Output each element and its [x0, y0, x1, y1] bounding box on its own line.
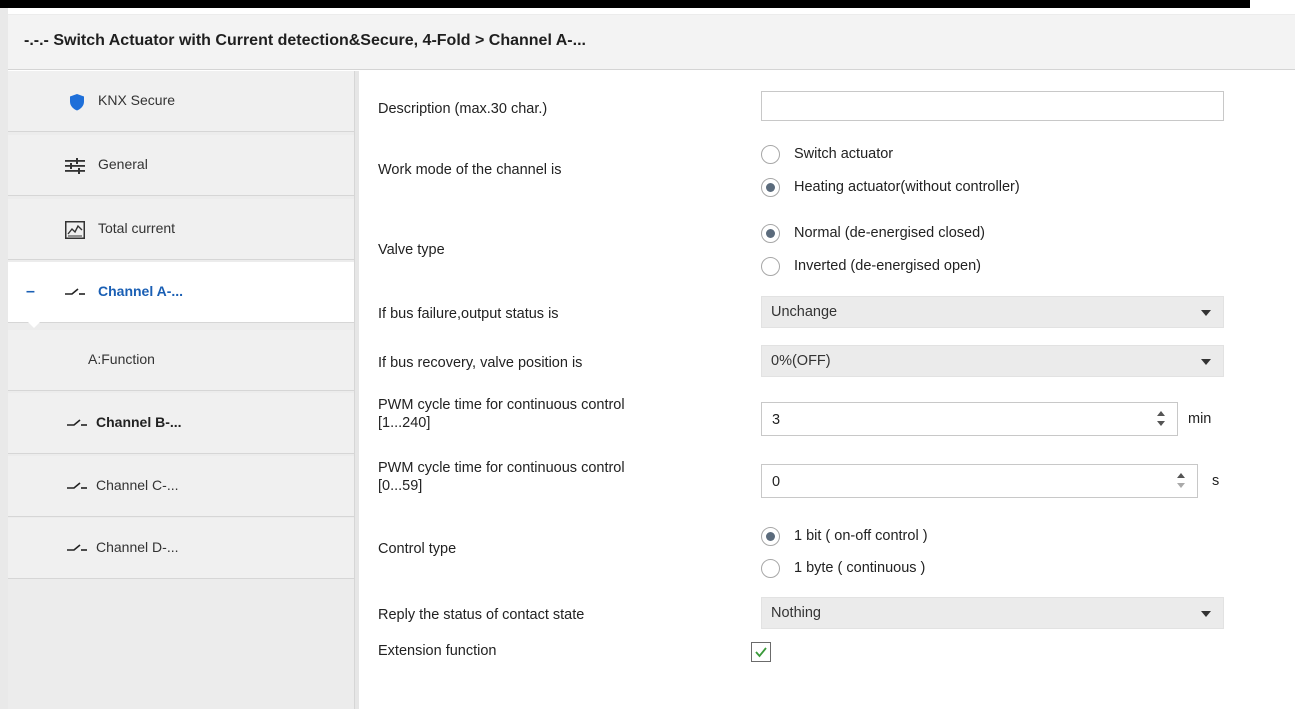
sidebar-item-knx-secure[interactable]: KNX Secure	[8, 71, 358, 132]
sidebar-item-label: Channel C-...	[96, 477, 179, 493]
pwm-seconds-label: PWM cycle time for continuous control [0…	[378, 459, 625, 495]
pwm-seconds-unit: s	[1212, 473, 1220, 489]
chevron-down-icon	[1201, 359, 1211, 365]
arrow-down-icon[interactable]	[1157, 421, 1165, 426]
reply-status-select[interactable]: Nothing	[761, 597, 1224, 629]
sidebar: KNX Secure General Total current – Chann…	[8, 71, 358, 709]
radio-button-checked[interactable]	[761, 526, 780, 546]
sidebar-item-total-current[interactable]: Total current	[8, 199, 358, 260]
pwm-seconds-label-line1: PWM cycle time for continuous control	[378, 460, 625, 476]
sidebar-item-label: Channel A-...	[98, 283, 184, 299]
pwm-minutes-unit: min	[1188, 411, 1212, 427]
radio-button[interactable]	[761, 144, 780, 164]
radio-label: Inverted (de-energised open)	[794, 258, 982, 274]
sidebar-item-label: Channel D-...	[96, 539, 179, 555]
sidebar-item-label: Total current	[98, 220, 176, 236]
select-value: 0%(OFF)	[771, 353, 831, 369]
switch-icon	[66, 476, 88, 498]
sidebar-item-channel-a[interactable]: – Channel A-...	[8, 262, 358, 323]
sidebar-item-label: KNX Secure	[98, 92, 176, 108]
sidebar-item-channel-b[interactable]: Channel B-...	[8, 393, 358, 454]
chevron-down-icon	[1201, 611, 1211, 617]
bus-recovery-label: If bus recovery, valve position is	[378, 355, 583, 371]
control-type-label: Control type	[378, 541, 457, 557]
radio-button-checked[interactable]	[761, 223, 780, 243]
pwm-seconds-stepper[interactable]: 0	[761, 464, 1198, 498]
sidebar-item-label: General	[98, 156, 148, 172]
radio-label: 1 bit ( on-off control )	[794, 528, 928, 544]
work-mode-option-switch[interactable]: Switch actuator	[761, 143, 893, 165]
select-value: Nothing	[771, 605, 821, 621]
arrow-down-icon[interactable]	[1177, 483, 1185, 488]
pwm-minutes-label: PWM cycle time for continuous control [1…	[378, 396, 625, 432]
sidebar-item-channel-c[interactable]: Channel C-...	[8, 456, 358, 517]
sidebar-item-label: Channel B-...	[96, 414, 182, 430]
control-type-option-1bit[interactable]: 1 bit ( on-off control )	[761, 525, 928, 547]
bus-failure-select[interactable]: Unchange	[761, 296, 1224, 328]
arrow-up-icon[interactable]	[1157, 411, 1165, 416]
stepper-value: 3	[772, 412, 781, 428]
stepper-value: 0	[772, 474, 781, 490]
radio-button[interactable]	[761, 256, 780, 276]
stepper-arrows[interactable]	[1177, 471, 1187, 491]
parameter-panel: Description (max.30 char.) Work mode of …	[360, 71, 1295, 709]
radio-button-checked[interactable]	[761, 177, 780, 197]
extension-function-checkbox[interactable]	[751, 642, 771, 662]
sidebar-item-general[interactable]: General	[8, 135, 358, 196]
pwm-seconds-label-line2: [0...59]	[378, 478, 423, 494]
radio-button[interactable]	[761, 558, 780, 578]
switch-icon	[66, 538, 88, 560]
page-title: -.-.- Switch Actuator with Current detec…	[24, 32, 586, 49]
pwm-minutes-label-line2: [1...240]	[378, 415, 431, 431]
switch-icon	[66, 413, 88, 435]
shield-icon	[66, 91, 88, 113]
valve-type-option-inverted[interactable]: Inverted (de-energised open)	[761, 255, 981, 277]
checkmark-icon	[755, 647, 767, 658]
switch-icon	[64, 282, 86, 304]
work-mode-label: Work mode of the channel is	[378, 162, 562, 178]
sliders-icon	[64, 155, 86, 177]
valve-type-label: Valve type	[378, 242, 445, 258]
radio-label: Heating actuator(without controller)	[794, 179, 1020, 195]
collapse-icon[interactable]: –	[26, 283, 35, 301]
pwm-minutes-label-line1: PWM cycle time for continuous control	[378, 397, 625, 413]
sidebar-splitter[interactable]	[354, 71, 359, 709]
radio-label: 1 byte ( continuous )	[794, 560, 926, 576]
radio-label: Normal (de-energised closed)	[794, 225, 985, 241]
select-value: Unchange	[771, 304, 838, 320]
radio-label: Switch actuator	[794, 146, 894, 162]
valve-type-option-normal[interactable]: Normal (de-energised closed)	[761, 222, 985, 244]
active-item-pointer	[22, 316, 46, 328]
bus-recovery-select[interactable]: 0%(OFF)	[761, 345, 1224, 377]
bus-failure-label: If bus failure,output status is	[378, 306, 559, 322]
description-input[interactable]	[761, 91, 1224, 121]
sidebar-item-channel-d[interactable]: Channel D-...	[8, 518, 358, 579]
work-mode-option-heating[interactable]: Heating actuator(without controller)	[761, 176, 1020, 198]
control-type-option-1byte[interactable]: 1 byte ( continuous )	[761, 557, 925, 579]
sidebar-item-a-function[interactable]: A:Function	[8, 330, 358, 391]
chevron-down-icon	[1201, 310, 1211, 316]
description-label: Description (max.30 char.)	[378, 101, 548, 117]
sidebar-item-label: A:Function	[88, 351, 155, 367]
pwm-minutes-stepper[interactable]: 3	[761, 402, 1178, 436]
window-left-edge	[0, 8, 8, 709]
page-header: -.-.- Switch Actuator with Current detec…	[8, 14, 1295, 70]
extension-function-label: Extension function	[378, 643, 497, 659]
reply-status-label: Reply the status of contact state	[378, 607, 585, 623]
stepper-arrows[interactable]	[1157, 409, 1167, 429]
arrow-up-icon[interactable]	[1177, 473, 1185, 478]
chart-icon	[64, 219, 86, 241]
window-top-edge	[0, 0, 1250, 8]
